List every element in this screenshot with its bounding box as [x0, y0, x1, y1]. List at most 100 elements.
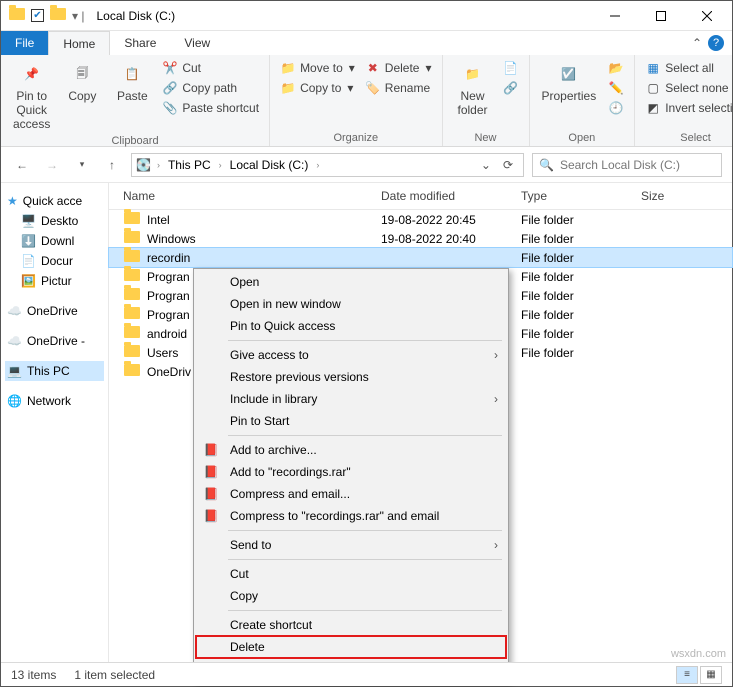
tab-home[interactable]: Home	[48, 31, 110, 55]
table-row[interactable]: recordinFile folder	[109, 248, 732, 267]
sidebar-item-network[interactable]: 🌐Network	[5, 391, 104, 411]
sidebar-item-downloads[interactable]: ⬇️Downl	[5, 231, 104, 251]
easy-access-button[interactable]: 🔗	[501, 79, 521, 97]
ctx-send-to[interactable]: Send to›	[196, 534, 506, 556]
folder-icon	[123, 326, 141, 341]
move-to-icon: 📁	[280, 60, 296, 76]
star-icon: ★	[7, 194, 18, 208]
search-input[interactable]: 🔍 Search Local Disk (C:)	[532, 153, 722, 177]
breadcrumb[interactable]: 💽 › This PC › Local Disk (C:) › ⌄ ⟳	[131, 153, 524, 177]
sidebar-item-pictures[interactable]: 🖼️Pictur	[5, 271, 104, 291]
col-size[interactable]: Size	[641, 189, 721, 203]
cell-date: 19-08-2022 20:45	[381, 213, 521, 227]
col-name[interactable]: Name	[123, 189, 381, 203]
tab-view[interactable]: View	[170, 31, 224, 55]
ctx-open[interactable]: Open	[196, 271, 506, 293]
crumb-drive[interactable]: Local Disk (C:)	[228, 158, 311, 172]
qat-checkbox-icon[interactable]: ✔	[31, 9, 44, 22]
search-icon: 🔍	[539, 158, 554, 172]
sidebar-item-this-pc[interactable]: 💻This PC	[5, 361, 104, 381]
select-all-button[interactable]: ▦Select all	[643, 59, 733, 77]
minimize-icon	[610, 11, 620, 21]
new-item-button[interactable]: 📄	[501, 59, 521, 77]
ctx-give-access[interactable]: Give access to›	[196, 344, 506, 366]
ctx-restore-versions[interactable]: Restore previous versions	[196, 366, 506, 388]
download-icon: ⬇️	[21, 234, 36, 248]
chevron-right-icon[interactable]: ›	[157, 160, 160, 170]
maximize-button[interactable]	[638, 1, 684, 31]
details-view-button[interactable]: ≡	[676, 666, 698, 684]
ctx-pin-quick-access[interactable]: Pin to Quick access	[196, 315, 506, 337]
move-to-button[interactable]: 📁Move to▾	[278, 59, 357, 77]
picture-icon: 🖼️	[21, 274, 36, 288]
forward-button[interactable]: →	[41, 154, 63, 176]
select-none-button[interactable]: ▢Select none	[643, 79, 733, 97]
ctx-include-library[interactable]: Include in library›	[196, 388, 506, 410]
copy-button[interactable]: 🗐 Copy	[60, 59, 104, 105]
ctx-compress-email[interactable]: 📕Compress and email...	[196, 483, 506, 505]
chevron-right-icon[interactable]: ›	[316, 160, 319, 170]
folder-icon	[123, 250, 141, 265]
sidebar-item-desktop[interactable]: 🖥️Deskto	[5, 211, 104, 231]
copy-to-button[interactable]: 📁Copy to▾	[278, 79, 357, 97]
cell-type: File folder	[521, 346, 641, 360]
chevron-right-icon[interactable]: ›	[219, 160, 222, 170]
address-dropdown-icon[interactable]: ⌄	[481, 158, 491, 172]
ctx-add-archive[interactable]: 📕Add to archive...	[196, 439, 506, 461]
history-icon: 🕘	[608, 100, 624, 116]
col-date[interactable]: Date modified	[381, 189, 521, 203]
folder-app-icon	[9, 8, 25, 23]
edit-button[interactable]: ✏️	[606, 79, 626, 97]
tab-share[interactable]: Share	[110, 31, 170, 55]
chevron-right-icon: ›	[494, 348, 498, 362]
recent-locations-button[interactable]: ▾	[71, 154, 93, 176]
pc-icon: 💻	[7, 364, 22, 378]
crumb-this-pc[interactable]: This PC	[166, 158, 213, 172]
up-button[interactable]: ↑	[101, 154, 123, 176]
chevron-right-icon: ›	[494, 392, 498, 406]
invert-selection-button[interactable]: ◩Invert selection	[643, 99, 733, 117]
context-menu: Open Open in new window Pin to Quick acc…	[193, 268, 509, 683]
ctx-delete[interactable]: Delete	[196, 636, 506, 658]
ctx-open-new-window[interactable]: Open in new window	[196, 293, 506, 315]
sidebar-item-quick-access[interactable]: ★Quick acce	[5, 191, 104, 211]
table-row[interactable]: Intel19-08-2022 20:45File folder	[109, 210, 732, 229]
ctx-cut[interactable]: Cut	[196, 563, 506, 585]
help-icon[interactable]: ?	[708, 35, 724, 51]
rename-button[interactable]: 🏷️Rename	[363, 79, 434, 97]
open-icon: 📂	[608, 60, 624, 76]
history-button[interactable]: 🕘	[606, 99, 626, 117]
ctx-create-shortcut[interactable]: Create shortcut	[196, 614, 506, 636]
copy-path-button[interactable]: 🔗Copy path	[160, 79, 261, 97]
collapse-ribbon-icon[interactable]: ⌃	[692, 36, 702, 50]
sidebar-item-onedrive[interactable]: ☁️OneDrive	[5, 301, 104, 321]
navigation-pane[interactable]: ★Quick acce 🖥️Deskto ⬇️Downl 📄Docur 🖼️Pi…	[1, 183, 109, 662]
separator	[228, 530, 502, 531]
ctx-compress-to-email[interactable]: 📕Compress to "recordings.rar" and email	[196, 505, 506, 527]
table-row[interactable]: Windows19-08-2022 20:40File folder	[109, 229, 732, 248]
open-button[interactable]: 📂	[606, 59, 626, 77]
tab-file[interactable]: File	[1, 31, 48, 55]
ctx-add-to-rar[interactable]: 📕Add to "recordings.rar"	[196, 461, 506, 483]
delete-button[interactable]: ✖Delete▾	[363, 59, 434, 77]
column-headers[interactable]: Name Date modified Type Size	[109, 183, 732, 210]
sidebar-item-documents[interactable]: 📄Docur	[5, 251, 104, 271]
ctx-copy[interactable]: Copy	[196, 585, 506, 607]
cell-type: File folder	[521, 213, 641, 227]
ctx-pin-start[interactable]: Pin to Start	[196, 410, 506, 432]
new-folder-button[interactable]: 📁 New folder	[451, 59, 495, 119]
sidebar-item-onedrive-2[interactable]: ☁️OneDrive -	[5, 331, 104, 351]
col-type[interactable]: Type	[521, 189, 641, 203]
pin-to-quick-access-button[interactable]: 📌 Pin to Quick access	[9, 59, 54, 133]
close-button[interactable]	[684, 1, 730, 31]
back-button[interactable]: ←	[11, 154, 33, 176]
properties-button[interactable]: ☑️ Properties	[538, 59, 601, 105]
shortcut-icon: 📎	[162, 100, 178, 116]
refresh-button[interactable]: ⟳	[497, 158, 519, 172]
qat-dropdown-icon[interactable]: ▾ |	[72, 9, 84, 23]
cut-button[interactable]: ✂️Cut	[160, 59, 261, 77]
paste-shortcut-button[interactable]: 📎Paste shortcut	[160, 99, 261, 117]
minimize-button[interactable]	[592, 1, 638, 31]
icons-view-button[interactable]: ▦	[700, 666, 722, 684]
paste-button[interactable]: 📋 Paste	[110, 59, 154, 105]
